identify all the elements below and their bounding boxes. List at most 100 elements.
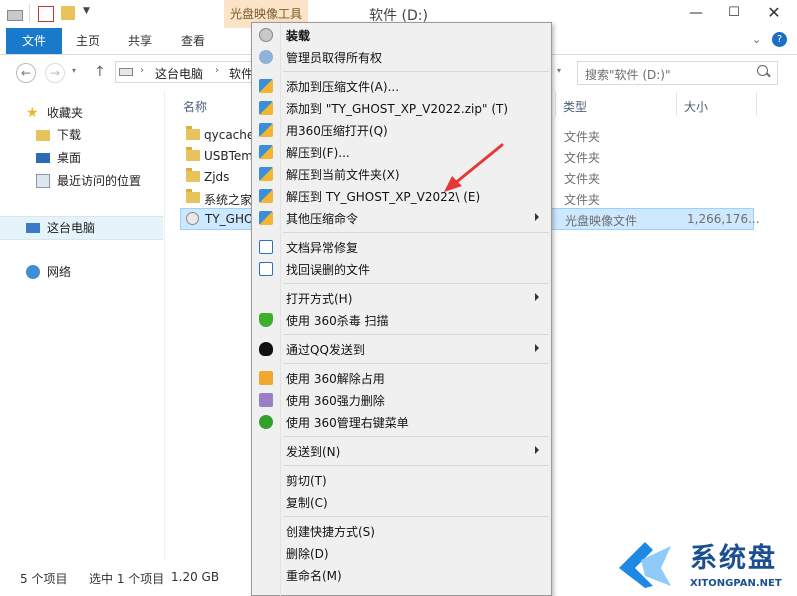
help-icon[interactable]: ?	[772, 32, 787, 47]
folder-icon	[186, 168, 200, 182]
menu-item-open-with[interactable]: 打开方式(H)	[252, 287, 550, 309]
menu-separator	[283, 516, 549, 517]
menu-item-take-ownership[interactable]: 管理员取得所有权	[252, 46, 550, 68]
file-size: 1,266,176...	[687, 212, 760, 226]
menu-separator	[283, 363, 549, 364]
star-icon: ★	[26, 105, 39, 121]
annotation-arrow	[444, 143, 504, 192]
status-size: 1.20 GB	[171, 570, 220, 584]
maximize-button[interactable]: ☐	[724, 5, 744, 20]
menu-separator	[283, 465, 549, 466]
breadcrumb-separator-icon[interactable]: ›	[140, 65, 144, 76]
recent-places-icon	[36, 174, 50, 188]
watermark-url: XITONGPAN.NET	[690, 578, 782, 589]
column-header-name[interactable]: 名称	[183, 98, 207, 115]
nav-item-this-pc[interactable]: 这台电脑	[0, 216, 163, 240]
computer-icon	[26, 223, 40, 233]
archive-icon	[259, 189, 273, 203]
tab-file[interactable]: 文件	[6, 28, 62, 54]
breadcrumb-this-pc[interactable]: 这台电脑	[155, 65, 203, 82]
doc-repair-icon	[259, 240, 273, 254]
menu-item-create-shortcut[interactable]: 创建快捷方式(S)	[252, 520, 550, 542]
file-name: qycache	[204, 128, 255, 142]
column-divider[interactable]	[676, 92, 677, 116]
menu-separator	[283, 436, 549, 437]
nav-item-desktop[interactable]: 桌面	[0, 147, 163, 169]
breadcrumb-current[interactable]: 软件	[229, 65, 253, 82]
menu-item-mount[interactable]: 装载	[252, 24, 550, 46]
desktop-icon	[36, 153, 50, 163]
search-icon[interactable]	[757, 65, 768, 76]
menu-item-360-unlock[interactable]: 使用 360解除占用	[252, 367, 550, 389]
column-header-type[interactable]: 类型	[563, 98, 587, 115]
menu-item-copy[interactable]: 复制(C)	[252, 491, 550, 513]
column-divider[interactable]	[555, 92, 556, 116]
menu-item-360-shred[interactable]: 使用 360强力删除	[252, 389, 550, 411]
watermark-logo	[619, 542, 671, 588]
nav-item-downloads[interactable]: 下载	[0, 124, 163, 146]
menu-item-doc-repair[interactable]: 文档异常修复	[252, 236, 550, 258]
file-type: 文件夹	[564, 193, 601, 207]
nav-item-recent[interactable]: 最近访问的位置	[0, 170, 163, 192]
archive-icon	[259, 167, 273, 181]
menu-item-360-manage[interactable]: 使用 360管理右键菜单	[252, 411, 550, 433]
submenu-arrow-icon	[535, 344, 539, 352]
minimize-button[interactable]: —	[686, 5, 706, 21]
navigation-pane: ★ 收藏夹 下载 桌面 最近访问的位置 这台电脑 网络	[0, 90, 164, 560]
forward-button[interactable]: →	[45, 63, 65, 83]
folder-icon	[186, 189, 200, 203]
menu-separator	[283, 71, 549, 72]
back-button[interactable]: ←	[16, 63, 36, 83]
archive-icon	[259, 145, 273, 159]
address-dropdown-icon[interactable]: ▾	[557, 66, 561, 75]
menu-item-360-scan[interactable]: 使用 360杀毒 扫描	[252, 309, 550, 331]
submenu-arrow-icon	[535, 213, 539, 221]
menu-item-send-qq[interactable]: 通过QQ发送到	[252, 338, 550, 360]
menu-item-add-archive[interactable]: 添加到压缩文件(A)...	[252, 75, 550, 97]
network-icon	[26, 265, 40, 279]
breadcrumb-separator-icon[interactable]: ›	[215, 65, 219, 76]
menu-item-add-zip[interactable]: 添加到 "TY_GHOST_XP_V2022.zip" (T)	[252, 97, 550, 119]
menu-item-send-to[interactable]: 发送到(N)	[252, 440, 550, 462]
ribbon-expand-icon[interactable]: ⌄	[752, 33, 761, 46]
menu-item-recover-files[interactable]: 找回误删的文件	[252, 258, 550, 280]
watermark-text: 系统盘	[690, 543, 777, 574]
shred-icon	[259, 393, 273, 407]
recent-dropdown-icon[interactable]: ▾	[72, 66, 76, 75]
nav-item-favorites[interactable]: ★ 收藏夹	[0, 102, 163, 124]
file-recover-icon	[259, 262, 273, 276]
menu-manage-icon	[259, 415, 273, 429]
archive-icon	[259, 123, 273, 137]
file-name: Zjds	[204, 170, 230, 184]
tab-home[interactable]: 主页	[66, 28, 110, 54]
unlock-icon	[259, 371, 273, 385]
status-item-count: 5 个项目	[20, 572, 68, 586]
drive-icon	[119, 68, 133, 76]
tab-share[interactable]: 共享	[118, 28, 162, 54]
archive-icon	[259, 101, 273, 115]
menu-item-rename[interactable]: 重命名(M)	[252, 564, 550, 586]
disc-mount-icon	[259, 28, 273, 42]
shield-icon	[259, 313, 273, 327]
up-button[interactable]: ↑	[94, 64, 106, 80]
download-folder-icon	[36, 130, 50, 141]
column-divider[interactable]	[756, 92, 757, 116]
submenu-arrow-icon	[535, 293, 539, 301]
nav-item-network[interactable]: 网络	[0, 261, 163, 283]
file-name: 系统之家	[204, 193, 253, 207]
menu-separator	[283, 232, 549, 233]
archive-icon	[259, 79, 273, 93]
menu-item-other-compress[interactable]: 其他压缩命令	[252, 207, 550, 229]
menu-item-cut[interactable]: 剪切(T)	[252, 469, 550, 491]
folder-icon	[186, 147, 200, 161]
annotation-arrow-shaft	[452, 143, 504, 186]
menu-item-delete[interactable]: 删除(D)	[252, 542, 550, 564]
menu-item-open-360zip[interactable]: 用360压缩打开(Q)	[252, 119, 550, 141]
folder-icon	[186, 126, 200, 140]
tab-view[interactable]: 查看	[171, 28, 215, 54]
column-header-size[interactable]: 大小	[684, 98, 708, 115]
close-button[interactable]: ✕	[760, 3, 788, 22]
menu-separator	[283, 334, 549, 335]
search-placeholder: 搜索"软件 (D:)"	[585, 68, 671, 82]
archive-icon	[259, 211, 273, 225]
